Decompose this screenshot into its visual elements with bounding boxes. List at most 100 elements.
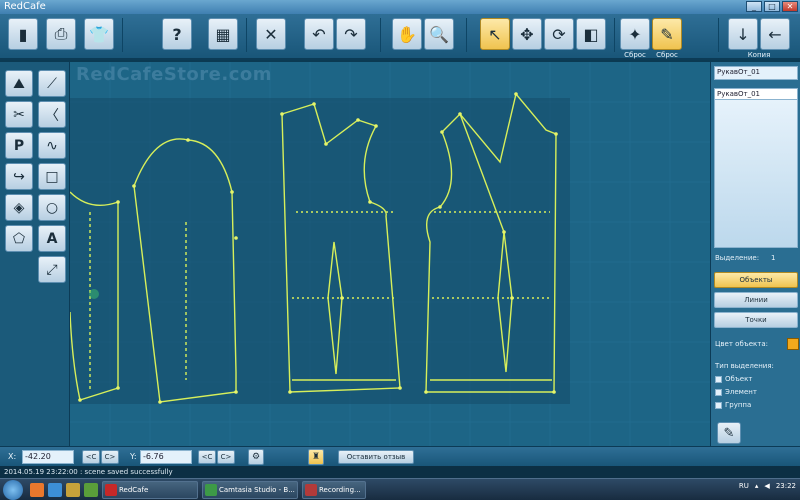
camtasia-app-icon — [205, 484, 217, 496]
rectangle-tool-icon[interactable]: □ — [38, 163, 66, 190]
tshirt-icon[interactable]: 👕 — [84, 18, 114, 50]
stamp-icon[interactable]: ♜ — [308, 449, 324, 465]
y-coordinate-field[interactable]: -6.76 — [140, 450, 192, 464]
objects-button[interactable]: Объекты — [714, 272, 798, 288]
object-list[interactable]: РукавОт_01 — [714, 88, 798, 248]
group-checkbox-row[interactable]: Группа — [715, 401, 751, 409]
lines-button[interactable]: Линии — [714, 292, 798, 308]
object-color-swatch[interactable] — [787, 338, 799, 350]
copy-down-icon[interactable]: ↓ — [728, 18, 758, 50]
selection-label: Выделение: — [715, 254, 760, 262]
os-taskbar: RedCafe Camtasia Studio - B... Recording… — [0, 478, 800, 500]
list-item[interactable]: РукавОт_01 — [715, 89, 797, 100]
task-label: Recording... — [319, 486, 361, 494]
close-button[interactable]: ✕ — [782, 1, 798, 12]
drawing-canvas[interactable]: RedCafeStore.com — [70, 62, 710, 446]
task-label: RedCafe — [119, 486, 149, 494]
calculator-icon[interactable]: ▦ — [208, 18, 238, 50]
arc-tool-icon[interactable]: ↪ — [5, 163, 33, 190]
x-coordinate-field[interactable]: -42.20 — [22, 450, 74, 464]
cursor-marker — [89, 289, 99, 299]
lock-icon[interactable]: ⚙ — [248, 449, 264, 465]
element-checkbox[interactable] — [715, 388, 722, 396]
toolbar-separator — [718, 18, 719, 52]
zoom-icon[interactable]: 🔍 — [424, 18, 454, 50]
y-label: Y: — [130, 452, 137, 461]
scissors-tool-icon[interactable]: ✂ — [5, 101, 33, 128]
redcafe-app-window: RedCafe _ □ ✕ ▮ ⎙ 👕 ? ▦ ✕ ↶ ↷ ✋ 🔍 ↖ ✥ ⟳ … — [0, 0, 800, 500]
group-checkbox[interactable] — [715, 401, 722, 409]
window-title: RedCafe — [4, 1, 46, 12]
new-file-icon[interactable]: ▮ — [8, 18, 38, 50]
polygon-tool-icon[interactable]: ⬠ — [5, 225, 33, 252]
reset-pin-icon[interactable]: ✦ — [620, 18, 650, 50]
taskbar-item-recording[interactable]: Recording... — [302, 481, 366, 499]
y-next-button[interactable]: C> — [217, 450, 235, 464]
clock-time: 23:22 — [775, 482, 796, 490]
text-tool-icon[interactable]: A — [38, 225, 66, 252]
recording-app-icon — [305, 484, 317, 496]
properties-panel: РукавОт_01 РукавОт_01 Выделение: 1 Объек… — [710, 62, 800, 446]
firefox-icon[interactable] — [30, 483, 44, 497]
coordinate-bar: X: -42.20 <C C> Y: -6.76 <C C> ⚙ ♜ Остав… — [0, 446, 800, 466]
start-button[interactable] — [3, 480, 23, 500]
points-button[interactable]: Точки — [714, 312, 798, 328]
object-checkbox[interactable] — [715, 375, 722, 383]
angle-tool-icon[interactable]: 〈 — [38, 101, 66, 128]
wand-icon[interactable]: ✎ — [717, 422, 741, 444]
system-tray: RU ▴ ◀ 23:22 — [739, 482, 796, 490]
network-icon[interactable]: ▴ — [755, 482, 759, 490]
circle-tool-icon[interactable]: ○ — [38, 194, 66, 221]
line-tool-icon[interactable]: ⟋ — [38, 70, 66, 97]
x-prev-button[interactable]: <C — [82, 450, 100, 464]
copy-left-icon[interactable]: ← — [760, 18, 790, 50]
selection-count: 1 — [771, 254, 776, 262]
explorer-icon[interactable] — [48, 483, 62, 497]
toolbar-separator — [614, 18, 615, 52]
toolbar-separator — [466, 18, 467, 52]
reset-pencil-icon[interactable]: ✎ — [652, 18, 682, 50]
folder-icon[interactable] — [66, 483, 80, 497]
redcafe-app-icon — [105, 484, 117, 496]
toolbar-separator — [246, 18, 247, 52]
media-icon[interactable] — [84, 483, 98, 497]
title-bar: RedCafe _ □ ✕ — [0, 0, 800, 14]
cut-icon[interactable]: ✕ — [256, 18, 286, 50]
y-prev-button[interactable]: <C — [198, 450, 216, 464]
print-icon[interactable]: ⎙ — [46, 18, 76, 50]
group-checkbox-label: Группа — [725, 401, 752, 409]
object-checkbox-label: Объект — [725, 375, 753, 383]
eraser-tool-icon[interactable]: ◈ — [5, 194, 33, 221]
status-line: 2014.05.19 23:22:00 : scene saved succes… — [0, 466, 800, 478]
help-icon[interactable]: ? — [162, 18, 192, 50]
object-checkbox-row[interactable]: Объект — [715, 375, 752, 383]
taskbar-item-camtasia[interactable]: Camtasia Studio - B... — [202, 481, 298, 499]
copy-caption: Копия — [747, 51, 771, 59]
taskbar-item-redcafe[interactable]: RedCafe — [102, 481, 198, 499]
x-next-button[interactable]: C> — [101, 450, 119, 464]
undo-icon[interactable]: ↶ — [304, 18, 334, 50]
object-name-field[interactable]: РукавОт_01 — [714, 66, 798, 80]
element-checkbox-row[interactable]: Элемент — [715, 388, 757, 396]
volume-icon[interactable]: ◀ — [764, 482, 769, 490]
hand-icon[interactable]: ✋ — [392, 18, 422, 50]
point-tool-icon[interactable]: P — [5, 132, 33, 159]
move-icon[interactable]: ✥ — [512, 18, 542, 50]
reset-caption: Сброс — [656, 51, 678, 59]
maximize-button[interactable]: □ — [764, 1, 780, 12]
feedback-button[interactable]: Оставить отзыв — [338, 450, 414, 464]
object-color-label: Цвет объекта: — [715, 340, 768, 348]
measure-tool-icon[interactable]: ⤢ — [38, 256, 66, 283]
triangle-tool-icon[interactable]: ⛰ — [5, 70, 33, 97]
language-indicator[interactable]: RU — [739, 482, 749, 490]
reset-caption: Сброс — [624, 51, 646, 59]
curve-tool-icon[interactable]: ∿ — [38, 132, 66, 159]
toolbar-separator — [380, 18, 381, 52]
minimize-button[interactable]: _ — [746, 1, 762, 12]
mirror-icon[interactable]: ◧ — [576, 18, 606, 50]
rotate-icon[interactable]: ⟳ — [544, 18, 574, 50]
clock[interactable]: 23:22 — [776, 482, 796, 490]
redo-icon[interactable]: ↷ — [336, 18, 366, 50]
main-toolbar: ▮ ⎙ 👕 ? ▦ ✕ ↶ ↷ ✋ 🔍 ↖ ✥ ⟳ ◧ ✦ Сброс ✎ Сб… — [0, 14, 800, 60]
pointer-icon[interactable]: ↖ — [480, 18, 510, 50]
